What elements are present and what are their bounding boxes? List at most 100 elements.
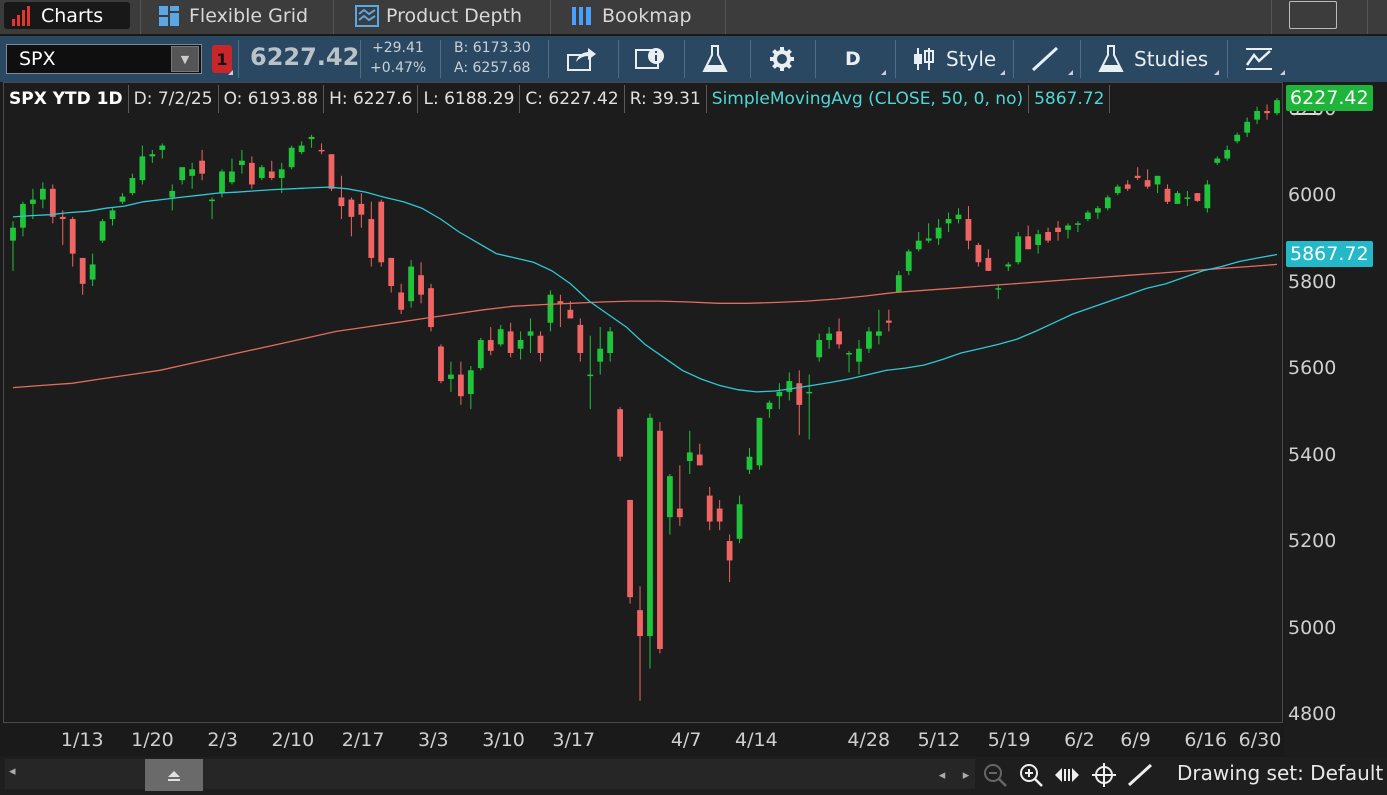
corner-menu-icon [881, 70, 886, 75]
percent-change: +0.47% [370, 60, 427, 76]
candle [487, 327, 494, 356]
candle [229, 158, 235, 185]
candle [239, 149, 245, 174]
chart-info-button[interactable] [634, 36, 666, 82]
drawing-tool-button[interactable] [1030, 36, 1060, 82]
drawing-line-icon[interactable] [1125, 760, 1155, 790]
last-price: 6227.42 [250, 43, 360, 71]
toolbar-divider [440, 40, 441, 78]
ask-price: A: 6257.68 [454, 60, 531, 76]
candle [59, 210, 66, 245]
candle [288, 145, 295, 170]
candle [955, 208, 962, 224]
bar-high: H: 6227.6 [324, 85, 419, 113]
tab-divider [333, 0, 334, 34]
line-drawing-icon [1031, 46, 1059, 72]
chevron-down-icon[interactable]: ▼ [171, 46, 199, 72]
price-axis[interactable] [1284, 82, 1387, 758]
crosshair-icon[interactable] [1089, 760, 1119, 790]
candle [666, 474, 673, 535]
candle [169, 184, 176, 211]
aggregation-period-button[interactable]: D [845, 36, 861, 82]
candle [1254, 106, 1260, 124]
pan-icon[interactable] [1052, 760, 1082, 790]
study-label[interactable]: SimpleMovingAvg (CLOSE, 50, 0, no) [707, 85, 1030, 113]
studies-menu-button[interactable]: Studies [1098, 36, 1208, 82]
zoom-out-icon[interactable] [980, 760, 1010, 790]
candle [1204, 180, 1211, 213]
sma200-line [12, 263, 1278, 389]
candle [308, 134, 315, 148]
tab-product-depth[interactable]: Product Depth [355, 0, 522, 32]
candle [806, 374, 813, 440]
candle [457, 361, 464, 405]
candle [159, 143, 166, 159]
price-chart[interactable] [4, 83, 1282, 722]
share-button[interactable] [566, 36, 598, 82]
candle [826, 327, 833, 349]
time-axis-tick-label: 2/3 [207, 729, 238, 751]
candle [438, 344, 444, 384]
time-axis-tick-label: 1/20 [131, 729, 174, 751]
tab-divider [725, 0, 726, 34]
settings-button[interactable] [768, 36, 796, 82]
candle [20, 201, 26, 237]
link-group-badge[interactable]: 1 [212, 45, 232, 73]
candle [199, 149, 205, 181]
candle [258, 165, 265, 181]
candle [39, 182, 46, 209]
pattern-tools-button[interactable] [1244, 36, 1274, 82]
info-icon [635, 48, 664, 69]
chart-title: SPX YTD 1D [4, 85, 129, 113]
window-restore-button[interactable] [1289, 1, 1337, 29]
chart-panel[interactable] [3, 82, 1283, 723]
scroll-left-icon[interactable]: ◂ [9, 764, 16, 779]
candle [189, 162, 196, 189]
tab-charts[interactable]: Charts [4, 2, 130, 29]
candle [696, 443, 703, 466]
candle [597, 327, 604, 375]
toolbar-divider [895, 40, 896, 78]
corner-menu-icon [1214, 70, 1219, 75]
toolbar-divider [360, 40, 361, 78]
candle [965, 206, 972, 250]
time-axis-tick-label: 4/7 [670, 729, 702, 751]
symbol-input[interactable]: SPX [7, 48, 171, 70]
candle [627, 499, 633, 604]
scrollbar-thumb[interactable] [145, 759, 203, 791]
candle [1144, 169, 1151, 189]
tab-label: Charts [41, 4, 104, 27]
candle [527, 318, 534, 353]
symbol-selector[interactable]: SPX ▼ [6, 44, 202, 74]
time-axis-tick-label: 6/2 [1064, 729, 1095, 751]
candle [507, 322, 514, 358]
style-menu-button[interactable]: Style [912, 36, 996, 82]
candle [816, 333, 823, 362]
tab-bookmap[interactable]: Bookmap [571, 0, 692, 32]
candlestick-icon [914, 48, 934, 70]
candle [617, 407, 624, 462]
flask-icon [1098, 45, 1124, 72]
time-axis-tick-label: 6/9 [1120, 729, 1151, 751]
style-label: Style [946, 47, 997, 71]
corner-menu-icon [1280, 70, 1285, 75]
candle [139, 145, 146, 185]
candle [846, 350, 852, 373]
time-axis-tick-label: 2/10 [271, 729, 315, 751]
toolbar-divider [1013, 40, 1014, 78]
zoom-in-icon[interactable] [1016, 760, 1046, 790]
candle [477, 337, 484, 371]
tab-divider [1367, 0, 1368, 34]
candle [298, 141, 305, 155]
candle [149, 149, 156, 163]
tab-divider [1271, 0, 1272, 34]
thinkscript-lab-button[interactable] [702, 36, 728, 82]
drawing-set-label[interactable]: Drawing set: Default [1177, 761, 1383, 785]
candle [1184, 190, 1191, 207]
candle [1234, 132, 1241, 144]
candle [1244, 117, 1251, 137]
candle [348, 197, 355, 237]
scroll-right-arrow-icon[interactable]: ▸ [951, 760, 981, 790]
candle [1164, 184, 1171, 204]
tab-flexible-grid[interactable]: Flexible Grid [158, 0, 308, 32]
